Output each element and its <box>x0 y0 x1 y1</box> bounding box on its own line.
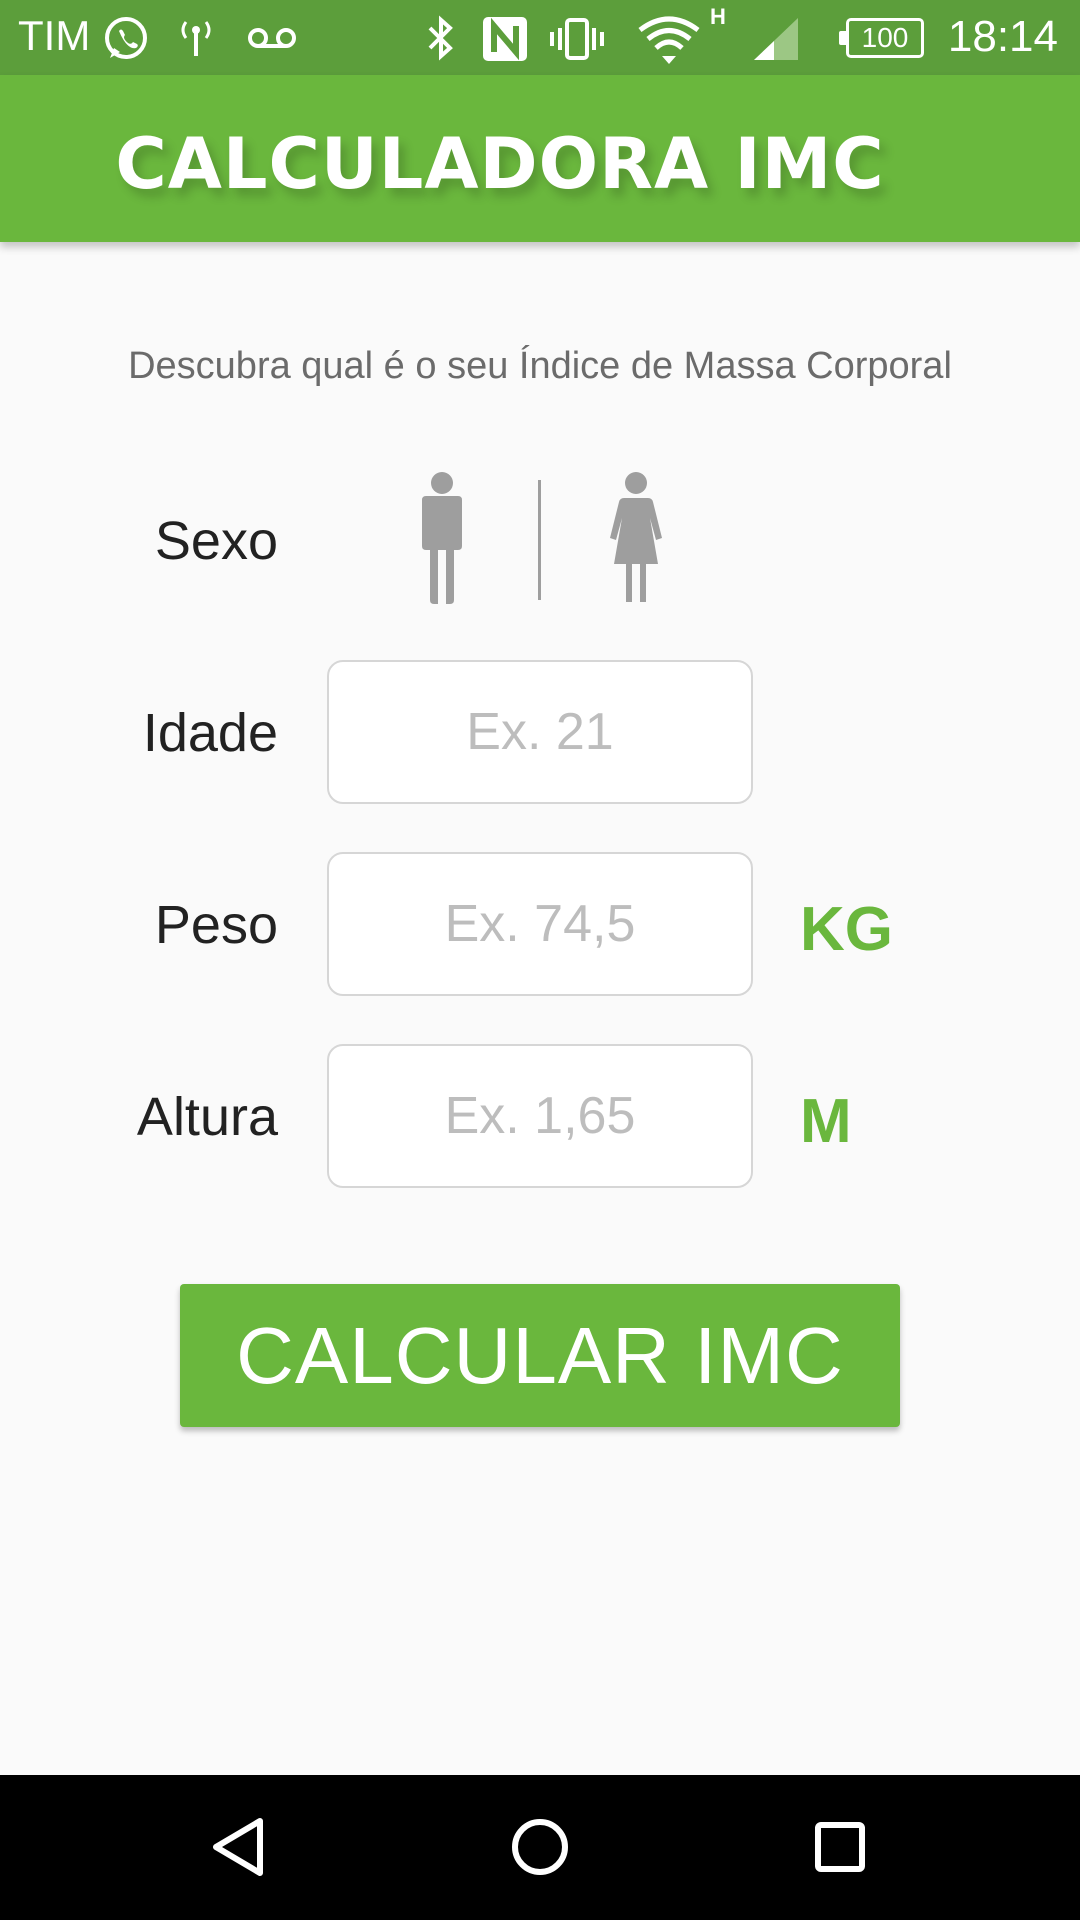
battery-level: 100 <box>861 22 909 53</box>
weight-unit: KG <box>800 895 893 964</box>
height-input[interactable] <box>327 1044 753 1188</box>
nfc-icon <box>480 14 530 69</box>
wifi-icon <box>636 14 702 71</box>
age-label: Idade <box>142 703 278 763</box>
battery-icon: 100 <box>839 18 924 58</box>
carrier-name: TIM <box>18 12 91 59</box>
recents-icon[interactable] <box>810 1815 870 1884</box>
male-option[interactable] <box>414 472 470 604</box>
back-icon[interactable] <box>208 1815 268 1884</box>
clock: 18:14 <box>947 12 1058 61</box>
sex-divider <box>538 480 541 600</box>
calculate-button[interactable]: CALCULAR IMC <box>180 1284 900 1427</box>
cell-signal-icon <box>752 14 802 69</box>
height-unit: M <box>800 1087 852 1156</box>
height-label: Altura <box>136 1087 278 1147</box>
weight-input[interactable] <box>327 852 753 996</box>
app-bar: CALCULADORA IMC <box>0 75 1080 242</box>
page-subtitle: Descubra qual é o seu Índice de Massa Co… <box>128 345 952 387</box>
home-icon[interactable] <box>508 1815 572 1884</box>
age-input[interactable] <box>327 660 753 804</box>
weight-label: Peso <box>154 895 278 955</box>
female-icon <box>610 472 662 602</box>
bluetooth-icon <box>424 14 458 69</box>
female-option[interactable] <box>608 472 664 604</box>
network-type-label: H <box>710 4 726 29</box>
navigation-bar <box>0 1775 1080 1920</box>
sex-label: Sexo <box>154 511 278 571</box>
male-icon <box>422 472 462 604</box>
vibrate-icon <box>548 14 606 69</box>
whatsapp-icon <box>100 14 152 69</box>
hotspot-icon <box>176 14 216 67</box>
app-title: CALCULADORA IMC <box>115 123 885 205</box>
voicemail-icon <box>244 14 300 67</box>
status-bar: TIM H 100 18:14 <box>0 0 1080 75</box>
